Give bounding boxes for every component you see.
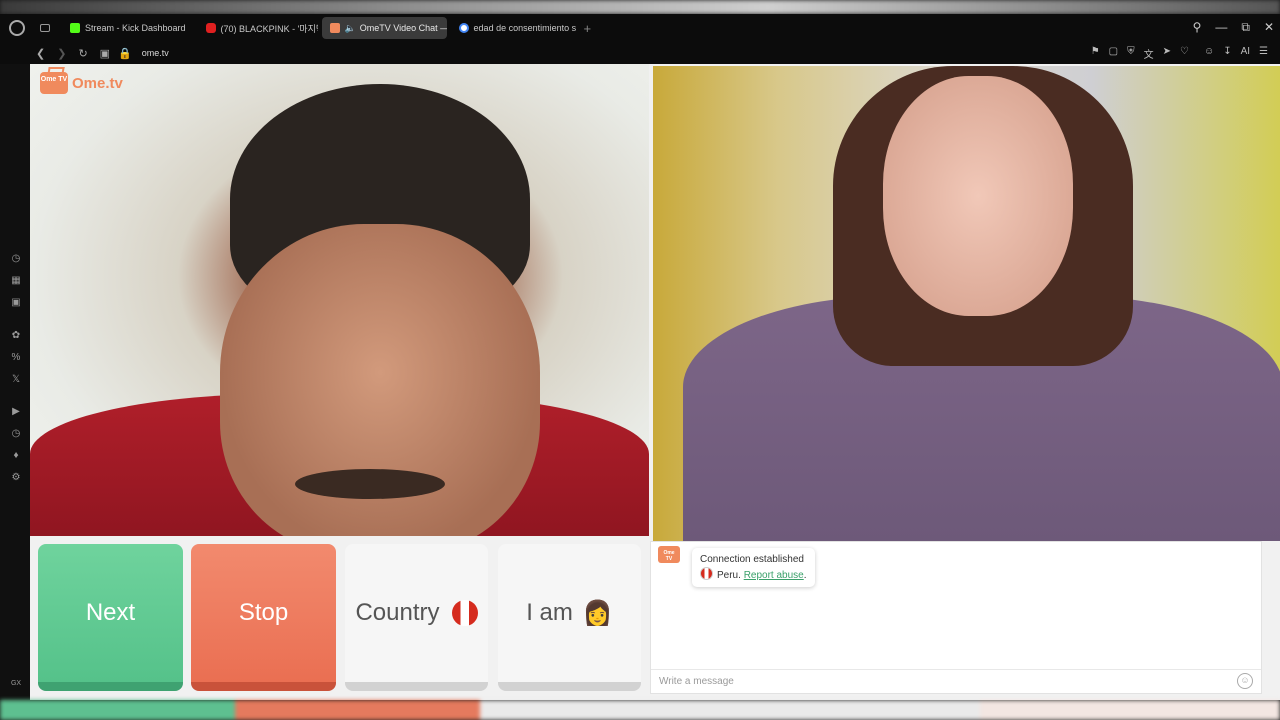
- send-icon[interactable]: ➤: [1163, 46, 1171, 61]
- connection-status: Connection established: [700, 554, 804, 565]
- next-label: Next: [85, 599, 136, 626]
- url-field[interactable]: ome.tv: [142, 48, 169, 58]
- browser-window: Stream - Kick Dashboard (70) BLACKPINK -…: [0, 14, 1280, 709]
- country-button[interactable]: Country: [345, 544, 488, 691]
- ai-button[interactable]: AI: [1241, 46, 1250, 61]
- ometv-icon: [329, 23, 340, 33]
- shield-icon[interactable]: ⛨: [1127, 46, 1135, 61]
- message-input[interactable]: Write a message: [651, 669, 1261, 693]
- new-tab-icon[interactable]: +: [584, 21, 592, 36]
- report-suffix: .: [803, 570, 807, 581]
- player-icon[interactable]: ▶: [10, 406, 22, 418]
- minimize-icon[interactable]: —: [1215, 20, 1227, 35]
- video-figure-mustache: [295, 469, 445, 499]
- next-button[interactable]: Next: [38, 544, 183, 691]
- woman-emoji-icon: 👩: [582, 599, 613, 627]
- local-video: Ome TV Ome.tv: [30, 64, 649, 536]
- tab-label: Stream - Kick Dashboard: [85, 23, 186, 33]
- opera-menu-icon[interactable]: [9, 20, 25, 36]
- logo-tv-icon: Ome TV: [40, 72, 68, 94]
- heart-icon[interactable]: ♡: [1180, 46, 1189, 61]
- tab-youtube[interactable]: (70) BLACKPINK - '마지막': [198, 17, 318, 39]
- tab-ometv[interactable]: 🔈 OmeTV Video Chat —: [321, 17, 447, 39]
- ometv-page: Ome TV Ome.tv Next Stop Country I am 👩 O…: [30, 64, 1280, 700]
- bag-icon[interactable]: ▦: [10, 275, 22, 287]
- remote-video: [653, 66, 1280, 541]
- logo-text: Ome.tv: [72, 74, 123, 92]
- video-figure-face: [883, 76, 1073, 316]
- close-icon[interactable]: ✕: [1264, 20, 1274, 35]
- emoji-icon[interactable]: ☺: [1237, 673, 1253, 689]
- report-abuse-link[interactable]: Report abuse: [744, 570, 804, 581]
- account-icon[interactable]: ☺: [1204, 46, 1214, 61]
- speaker-icon[interactable]: 🔈: [345, 23, 356, 34]
- percent-icon[interactable]: %: [10, 352, 22, 364]
- restore-icon[interactable]: ⧉: [1241, 20, 1250, 35]
- tab-islands-icon[interactable]: [40, 24, 50, 32]
- pin-icon[interactable]: ⚑: [1091, 46, 1100, 61]
- speed-dial-icon[interactable]: ◷: [10, 253, 22, 265]
- translate-icon[interactable]: 文: [1144, 46, 1154, 61]
- chat-panel: Ome TV Connection established Peru. Repor…: [650, 541, 1262, 694]
- ometv-chat-icon: Ome TV: [658, 546, 680, 563]
- partner-country: Peru.: [717, 570, 741, 581]
- m-icon[interactable]: ▣: [10, 297, 22, 309]
- snapshot-icon[interactable]: ▢: [1109, 46, 1118, 61]
- peru-flag-icon: [700, 567, 713, 580]
- background-blur-bottom: [0, 700, 1280, 720]
- country-label: Country: [355, 599, 440, 626]
- youtube-icon: [205, 23, 216, 33]
- tab-google[interactable]: edad de consentimiento se: [451, 17, 576, 39]
- ometv-logo[interactable]: Ome TV Ome.tv: [40, 72, 123, 94]
- reload-icon[interactable]: ↻: [78, 47, 87, 60]
- window-controls: ⚲ — ⧉ ✕: [1193, 20, 1274, 35]
- tab-kick[interactable]: Stream - Kick Dashboard: [62, 17, 194, 39]
- background-blur-top: [0, 0, 1280, 14]
- tab-bar: Stream - Kick Dashboard (70) BLACKPINK -…: [0, 14, 1280, 42]
- search-icon[interactable]: ⚲: [1193, 20, 1202, 35]
- menu-icon[interactable]: ☰: [1259, 46, 1268, 61]
- toolbar-icons: ⚑ ▢ ⛨ 文 ➤ ♡ ☺ ↧ AI ☰: [1091, 46, 1268, 61]
- back-icon[interactable]: ❮: [36, 47, 45, 60]
- chatgpt-icon[interactable]: ✿: [10, 330, 22, 342]
- peru-flag-icon: [451, 600, 478, 626]
- lock-icon: 🔒: [118, 47, 132, 60]
- history-icon[interactable]: ◷: [10, 428, 22, 440]
- x-icon[interactable]: 𝕏: [10, 374, 22, 386]
- download-icon[interactable]: ↧: [1223, 46, 1231, 61]
- extensions-icon[interactable]: ♦: [10, 450, 22, 462]
- system-message: Connection established Peru. Report abus…: [692, 548, 815, 587]
- google-icon: [458, 23, 469, 33]
- settings-icon[interactable]: ⚙: [10, 472, 22, 484]
- camera-icon[interactable]: ▣: [100, 47, 110, 60]
- gender-button[interactable]: I am 👩: [498, 544, 641, 691]
- iam-label: I am: [526, 599, 573, 626]
- tab-label: (70) BLACKPINK - '마지막': [220, 23, 318, 34]
- tab-label: OmeTV Video Chat —: [359, 23, 447, 33]
- address-bar: ❮ ❯ ↻ ▣ 🔒 ome.tv ⚑ ▢ ⛨ 文 ➤ ♡ ☺ ↧ AI ☰: [0, 42, 1280, 64]
- gx-label[interactable]: GX: [10, 678, 22, 690]
- tab-label: edad de consentimiento se: [473, 23, 576, 33]
- browser-sidebar: ◷ ▦ ▣ ✿ % 𝕏 ▶ ◷ ♦ ⚙ GX …: [0, 64, 30, 709]
- stop-label: Stop: [238, 599, 289, 626]
- forward-icon[interactable]: ❯: [57, 47, 66, 60]
- stop-button[interactable]: Stop: [191, 544, 336, 691]
- kick-icon: [70, 23, 80, 33]
